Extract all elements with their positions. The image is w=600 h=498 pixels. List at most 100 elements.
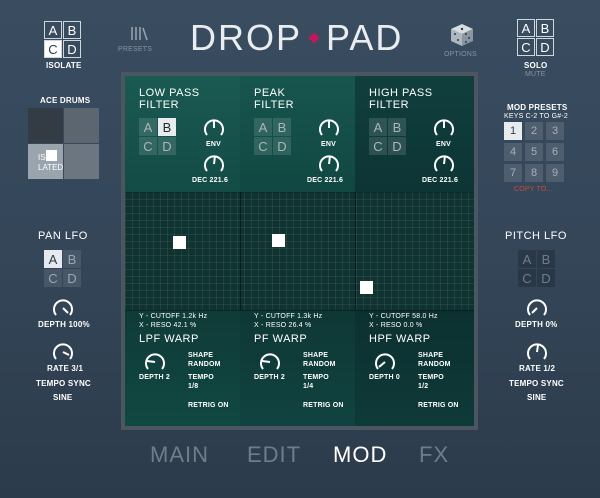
pf-env-knob[interactable] — [317, 116, 341, 140]
lpf-cell-a[interactable]: A — [139, 118, 157, 136]
hpf-warp-depth-knob[interactable] — [373, 350, 397, 374]
hpf-shape-line2[interactable]: RANDOM — [418, 361, 451, 368]
mod-preset-1[interactable]: 1 — [504, 122, 522, 140]
pf-tempo-line1[interactable]: TEMPO — [303, 374, 329, 381]
isolate-cell-a[interactable]: A — [44, 21, 62, 39]
lpf-cell-b[interactable]: B — [158, 118, 176, 136]
pitch-lfo-cell-b[interactable]: B — [537, 250, 555, 268]
solo-cell-a[interactable]: A — [517, 19, 535, 37]
lpf-cell-c[interactable]: C — [139, 137, 157, 155]
drum-pad-grid[interactable]: ISO LATED — [28, 108, 99, 179]
drum-pad-c[interactable]: ISO LATED — [28, 144, 63, 179]
pan-lfo-cell-b[interactable]: B — [63, 250, 81, 268]
pf-grid: A B C D — [254, 118, 291, 155]
pf-cell-d[interactable]: D — [273, 137, 291, 155]
kit-name: ACE DRUMS — [40, 96, 91, 105]
pf-tempo-line2[interactable]: 1/4 — [303, 383, 313, 390]
pf-title-line2: FILTER — [254, 99, 295, 111]
pf-title: PEAK FILTER — [254, 87, 294, 111]
mute-label[interactable]: MUTE — [525, 71, 546, 78]
drum-pad-a[interactable] — [28, 108, 63, 143]
pf-env-label: ENV — [321, 141, 336, 148]
pitch-rate-knob[interactable] — [525, 340, 549, 364]
copy-to-button[interactable]: COPY TO... — [514, 186, 553, 193]
presets-button[interactable]: PRESETS — [118, 24, 158, 58]
xy-pad-area[interactable] — [125, 192, 474, 310]
lpf-warp-depth-knob[interactable] — [143, 350, 167, 374]
hpf-retrig[interactable]: RETRIG ON — [418, 402, 459, 409]
pf-warp-depth-knob[interactable] — [258, 350, 282, 374]
lpf-dec-knob[interactable] — [202, 152, 226, 176]
lpf-cell-d[interactable]: D — [158, 137, 176, 155]
mod-preset-2[interactable]: 2 — [525, 122, 543, 140]
pf-cell-a[interactable]: A — [254, 118, 272, 136]
hpf-tempo-line2[interactable]: 1/2 — [418, 383, 428, 390]
tab-main[interactable]: MAIN — [150, 442, 209, 468]
pf-cell-c[interactable]: C — [254, 137, 272, 155]
presets-icon — [131, 27, 148, 41]
pf-shape-line2[interactable]: RANDOM — [303, 361, 336, 368]
pf-retrig[interactable]: RETRIG ON — [303, 402, 344, 409]
pitch-shape[interactable]: SINE — [527, 393, 546, 402]
solo-cell-b[interactable]: B — [536, 19, 554, 37]
solo-cell-d[interactable]: D — [536, 38, 554, 56]
mod-preset-9[interactable]: 9 — [546, 164, 564, 182]
pan-shape[interactable]: SINE — [53, 393, 72, 402]
lpf-tempo-line2[interactable]: 1/8 — [188, 383, 198, 390]
tab-edit[interactable]: EDIT — [247, 442, 301, 468]
pan-depth-knob[interactable] — [51, 296, 75, 320]
isolate-grid: A B C D — [44, 21, 81, 58]
isolate-cell-b[interactable]: B — [63, 21, 81, 39]
drum-pad-b[interactable] — [64, 108, 99, 143]
mod-preset-4[interactable]: 4 — [504, 143, 522, 161]
lpf-x-readout: X - RESO 42.1 % — [139, 322, 197, 329]
pitch-depth-label: DEPTH 0% — [515, 320, 558, 329]
isolate-cell-c[interactable]: C — [44, 40, 62, 58]
pitch-lfo-grid: A B C D — [518, 250, 555, 287]
pitch-tempo-sync[interactable]: TEMPO SYNC — [509, 379, 564, 388]
lpf-tempo-line1[interactable]: TEMPO — [188, 374, 214, 381]
pan-tempo-sync[interactable]: TEMPO SYNC — [36, 379, 91, 388]
title-pad: PAD — [326, 17, 404, 58]
hpf-env-knob[interactable] — [432, 116, 456, 140]
pan-rate-knob[interactable] — [51, 340, 75, 364]
solo-cell-c[interactable]: C — [517, 38, 535, 56]
tab-fx[interactable]: FX — [419, 442, 449, 468]
tab-mod[interactable]: MOD — [333, 442, 387, 468]
hpf-cell-d[interactable]: D — [388, 137, 406, 155]
pf-cell-b[interactable]: B — [273, 118, 291, 136]
drum-pad-d[interactable] — [64, 144, 99, 179]
mod-preset-3[interactable]: 3 — [546, 122, 564, 140]
mod-preset-6[interactable]: 6 — [546, 143, 564, 161]
pitch-lfo-cell-a[interactable]: A — [518, 250, 536, 268]
options-button[interactable]: OPTIONS — [442, 22, 482, 62]
hpf-tempo-line1[interactable]: TEMPO — [418, 374, 444, 381]
pan-lfo-cell-c[interactable]: C — [44, 269, 62, 287]
hpf-cell-c[interactable]: C — [369, 137, 387, 155]
mod-preset-7[interactable]: 7 — [504, 164, 522, 182]
lpf-shape-line2[interactable]: RANDOM — [188, 361, 221, 368]
hpf-cell-b[interactable]: B — [388, 118, 406, 136]
solo-grid: A B C D — [517, 19, 554, 56]
hpf-warp-depth-label: DEPTH 0 — [369, 374, 400, 381]
mod-preset-5[interactable]: 5 — [525, 143, 543, 161]
pan-lfo-cell-a[interactable]: A — [44, 250, 62, 268]
mod-preset-8[interactable]: 8 — [525, 164, 543, 182]
hpf-cell-a[interactable]: A — [369, 118, 387, 136]
pf-xy-handle[interactable] — [272, 234, 285, 247]
pitch-depth-knob[interactable] — [525, 296, 549, 320]
isolate-cell-d[interactable]: D — [63, 40, 81, 58]
pf-shape-line1[interactable]: SHAPE — [303, 352, 328, 359]
pitch-lfo-cell-d[interactable]: D — [537, 269, 555, 287]
pitch-lfo-cell-c[interactable]: C — [518, 269, 536, 287]
lpf-shape-line1[interactable]: SHAPE — [188, 352, 213, 359]
hpf-shape-line1[interactable]: SHAPE — [418, 352, 443, 359]
pan-lfo-cell-d[interactable]: D — [63, 269, 81, 287]
app-title: DROP PAD — [190, 17, 403, 59]
lpf-retrig[interactable]: RETRIG ON — [188, 402, 229, 409]
pf-dec-knob[interactable] — [317, 152, 341, 176]
lpf-xy-handle[interactable] — [173, 236, 186, 249]
hpf-xy-handle[interactable] — [360, 281, 373, 294]
hpf-dec-knob[interactable] — [432, 152, 456, 176]
lpf-env-knob[interactable] — [202, 116, 226, 140]
